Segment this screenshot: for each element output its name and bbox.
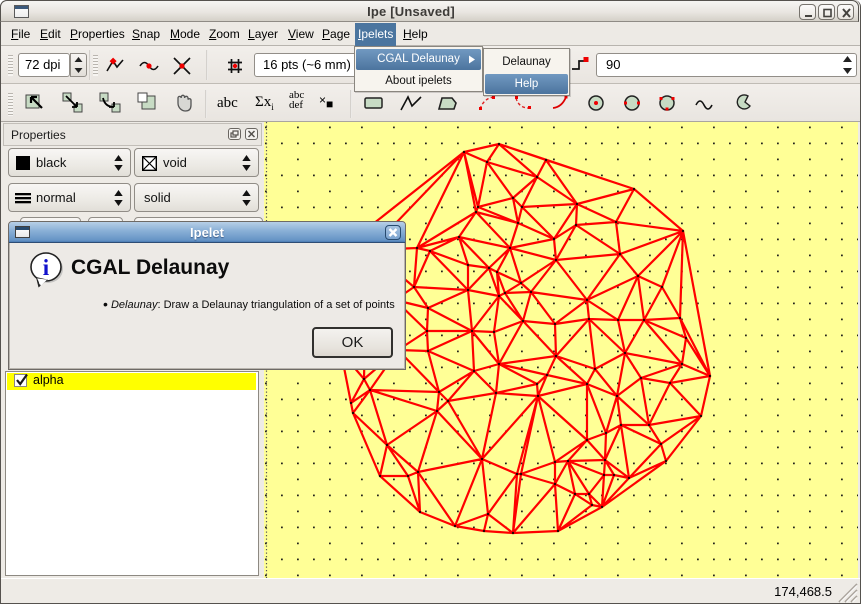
svg-text:i: i [43,255,50,280]
